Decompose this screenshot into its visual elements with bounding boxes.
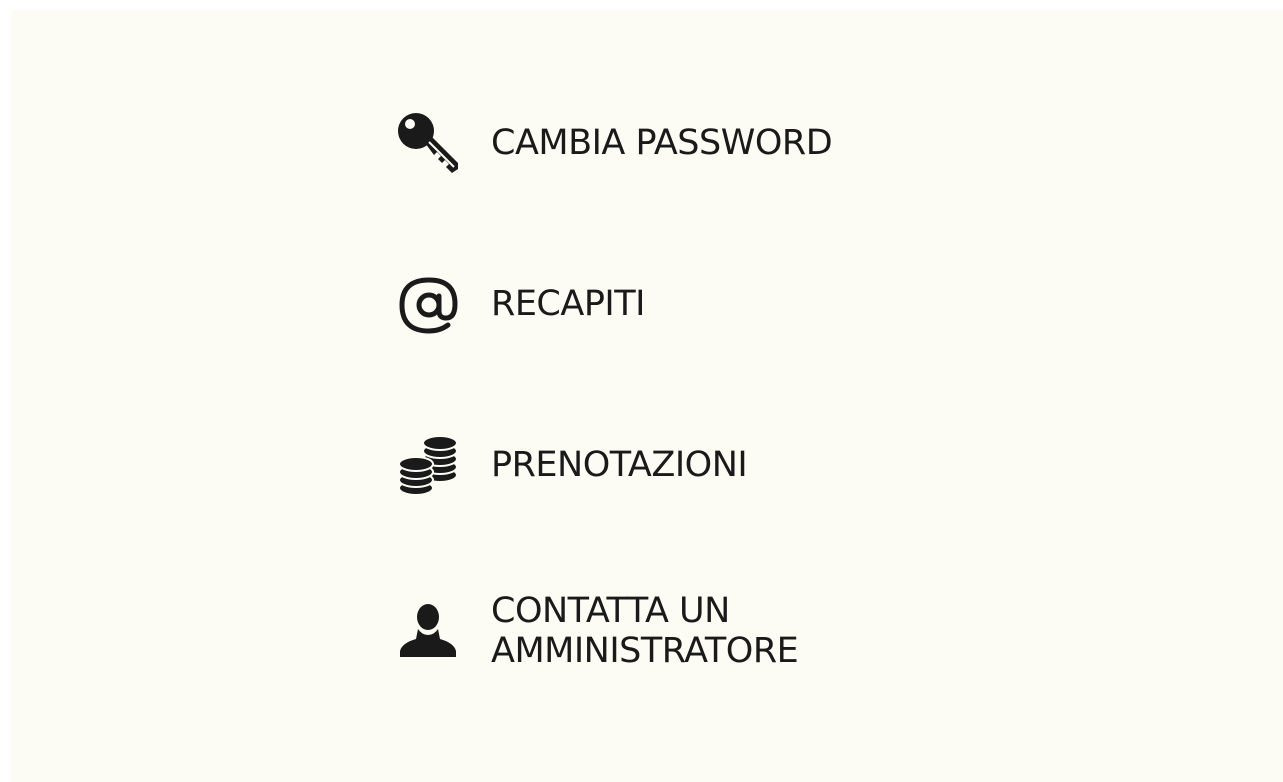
menu-item-contact-admin[interactable]: CONTATTA UN AMMINISTRATORE <box>396 591 799 671</box>
user-icon <box>396 596 466 666</box>
account-menu-panel: CAMBIA PASSWORD RECAPITI PRENOTAZIONI CO… <box>11 10 1283 782</box>
menu-item-label: CAMBIA PASSWORD <box>491 123 833 163</box>
menu-item-bookings[interactable]: PRENOTAZIONI <box>396 430 748 500</box>
menu-item-label: PRENOTAZIONI <box>491 445 748 485</box>
menu-item-change-password[interactable]: CAMBIA PASSWORD <box>396 108 833 178</box>
coins-stack-icon <box>396 430 466 500</box>
menu-item-label: CONTATTA UN AMMINISTRATORE <box>491 591 799 671</box>
menu-item-label: RECAPITI <box>491 284 645 324</box>
key-icon <box>396 108 466 178</box>
at-sign-icon <box>396 269 466 339</box>
menu-item-contacts[interactable]: RECAPITI <box>396 269 645 339</box>
